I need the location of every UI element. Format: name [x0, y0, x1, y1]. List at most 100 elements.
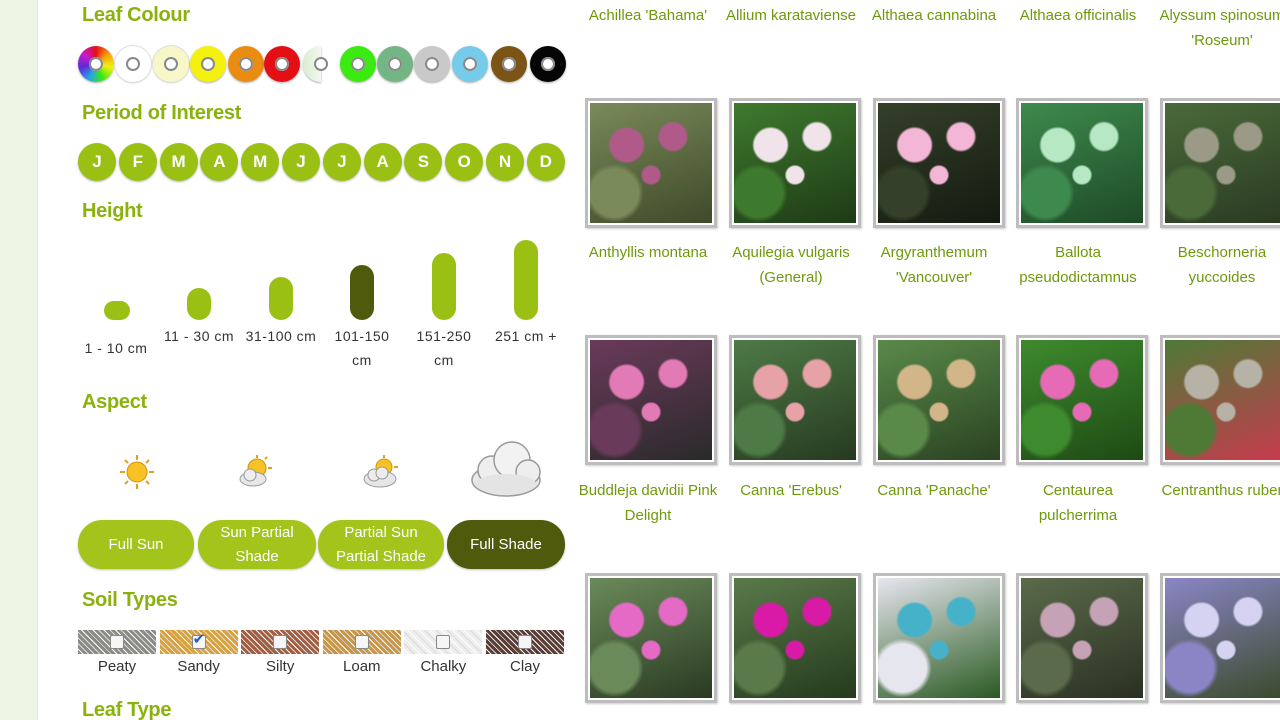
colour-swatch-cream[interactable] [153, 46, 189, 82]
colour-swatch-bright-green[interactable] [340, 46, 376, 82]
colour-swatch-blue[interactable] [452, 46, 488, 82]
soil-checkbox[interactable] [354, 635, 369, 649]
plant-name[interactable]: Achillea 'Bahama' [578, 4, 718, 29]
month-button-11[interactable]: N [486, 143, 524, 181]
height-label-5[interactable]: 151-250 cm [406, 324, 482, 372]
aspect-button-1[interactable]: Full Sun [78, 520, 194, 569]
soil-label: Clay [509, 658, 540, 675]
colour-swatch-multicolour[interactable] [78, 46, 114, 82]
height-label-1[interactable]: 1 - 10 cm [76, 336, 156, 360]
plant-thumbnail[interactable] [585, 335, 717, 465]
plant-thumbnail[interactable] [585, 573, 717, 703]
height-bar-3[interactable] [269, 277, 293, 320]
month-button-2[interactable]: F [118, 143, 157, 181]
plant-thumbnail[interactable] [729, 573, 861, 703]
plant-thumbnail[interactable] [873, 573, 1005, 703]
plant-thumbnail[interactable] [1160, 573, 1280, 703]
plant-name[interactable]: Centaurea pulcherrima [1008, 479, 1148, 528]
plant-thumbnail[interactable] [729, 335, 861, 465]
plant-thumbnail[interactable] [873, 335, 1005, 465]
plant-thumbnail[interactable] [1160, 335, 1280, 465]
height-label-3[interactable]: 31-100 cm [243, 324, 319, 348]
aspect-button-label: Partial Sun Partial Shade [335, 523, 427, 565]
colour-swatch-black[interactable] [530, 46, 566, 82]
plant-name[interactable]: Beschorneria yuccoides [1152, 241, 1280, 290]
month-button-8[interactable]: A [363, 143, 402, 181]
soil-option-peaty[interactable] [78, 630, 156, 654]
month-button-12[interactable]: D [526, 143, 565, 181]
soil-label: Loam [343, 658, 381, 675]
plant-photo [1021, 340, 1143, 460]
aspect-button-3[interactable]: Partial Sun Partial Shade [318, 520, 444, 569]
height-label-6[interactable]: 251 cm + [488, 324, 564, 348]
soil-checkbox[interactable] [518, 635, 532, 649]
height-bar-4[interactable] [350, 265, 374, 320]
colour-swatch-grey[interactable] [414, 46, 450, 82]
plant-thumbnail[interactable] [729, 98, 861, 228]
colour-swatch-red[interactable] [264, 46, 300, 82]
plant-name[interactable]: Althaea officinalis [1008, 4, 1148, 29]
plant-thumbnail[interactable] [1160, 98, 1280, 228]
soil-option-clay[interactable] [486, 630, 564, 654]
plant-name[interactable]: Canna 'Panache' [864, 479, 1004, 504]
colour-swatch-variegated[interactable] [303, 46, 328, 82]
plant-name[interactable]: Allium karataviense [721, 4, 861, 29]
height-bar-6[interactable] [514, 240, 538, 320]
soil-option-loam[interactable] [322, 630, 401, 654]
height-bar-2[interactable] [187, 288, 211, 320]
plant-name[interactable]: Centranthus ruber [1152, 479, 1280, 504]
sun-cloud-icon[interactable] [237, 454, 275, 494]
colour-swatch-yellow[interactable] [190, 46, 226, 82]
plant-name[interactable]: Aquilegia vulgaris (General) [721, 241, 861, 290]
colour-swatch-white[interactable] [115, 46, 151, 82]
month-button-5[interactable]: M [241, 143, 280, 181]
plant-photo [590, 578, 712, 698]
month-button-10[interactable]: O [445, 143, 484, 181]
month-button-3[interactable]: M [159, 143, 198, 181]
colour-swatch-brown[interactable] [491, 46, 527, 82]
height-bar-1[interactable] [104, 301, 130, 320]
cloud-sun-icon[interactable] [362, 454, 402, 494]
sun-icon[interactable] [119, 454, 155, 494]
month-button-7[interactable]: J [322, 143, 361, 181]
colour-swatch-mid-green[interactable] [377, 46, 413, 82]
plant-name[interactable]: Anthyllis montana [578, 241, 718, 266]
aspect-button-4[interactable]: Full Shade [447, 520, 565, 569]
plant-photo [878, 578, 1000, 698]
plant-photo [734, 340, 856, 460]
soil-option-chalky[interactable] [404, 630, 483, 654]
height-label-2[interactable]: 11 - 30 cm [161, 324, 237, 348]
soil-checkbox[interactable] [110, 635, 124, 649]
height-label-4[interactable]: 101-150 cm [324, 324, 400, 372]
left-page-margin [0, 0, 38, 720]
soil-label: Silty [266, 658, 295, 675]
plant-name[interactable]: Buddleja davidii Pink Delight [578, 479, 718, 528]
soil-option-silty[interactable] [241, 630, 320, 654]
soil-checkbox[interactable] [436, 635, 451, 649]
soil-option-sandy[interactable]: ✔ [159, 630, 238, 654]
month-button-6[interactable]: J [282, 143, 320, 181]
height-bar-5[interactable] [432, 253, 456, 320]
plant-name[interactable]: Argyranthemum 'Vancouver' [864, 241, 1004, 290]
month-button-1[interactable]: J [78, 143, 116, 181]
month-button-4[interactable]: A [200, 143, 239, 181]
plant-name[interactable]: Ballota pseudodictamnus [1008, 241, 1148, 290]
plant-thumbnail[interactable] [1016, 98, 1148, 228]
plant-name[interactable]: Alyssum spinosum 'Roseum' [1152, 4, 1280, 53]
soil-types-heading: Soil Types [82, 589, 178, 611]
plant-name[interactable]: Althaea cannabina [864, 4, 1004, 29]
colour-swatch-orange[interactable] [228, 46, 264, 82]
app-stage: Leaf Colour Period of Interest JFMAMJJAS… [0, 0, 1280, 720]
cloud-icon[interactable] [468, 436, 546, 504]
aspect-heading: Aspect [82, 391, 147, 413]
plant-thumbnail[interactable] [1016, 573, 1148, 703]
soil-checkbox[interactable] [273, 635, 288, 649]
plant-thumbnail[interactable] [585, 98, 717, 228]
aspect-button-2[interactable]: Sun Partial Shade [198, 520, 316, 569]
plant-thumbnail[interactable] [1016, 335, 1148, 465]
plant-thumbnail[interactable] [873, 98, 1005, 228]
check-mark-icon: ✔ [192, 630, 206, 648]
month-button-9[interactable]: S [404, 143, 443, 181]
plant-name[interactable]: Canna 'Erebus' [721, 479, 861, 504]
leaf-colour-heading: Leaf Colour [82, 4, 190, 26]
